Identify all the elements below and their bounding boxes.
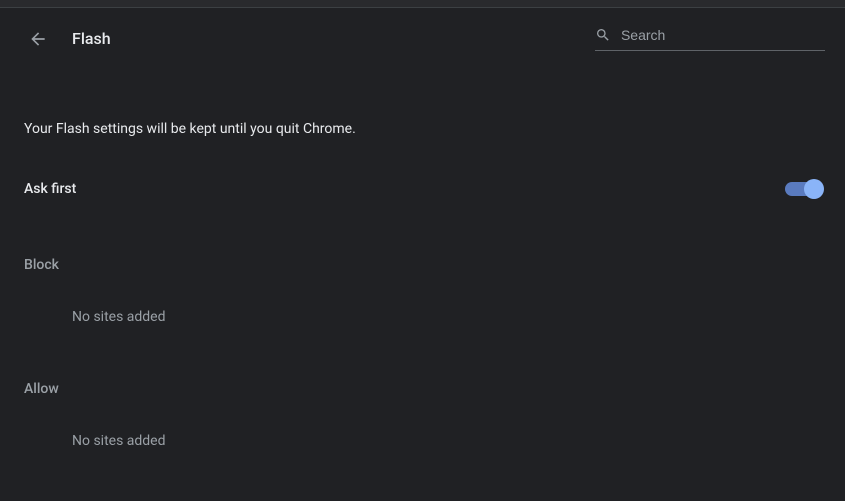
search-icon (595, 26, 611, 44)
back-arrow-icon[interactable] (28, 29, 48, 49)
window-top-bar (0, 0, 845, 8)
search-input[interactable] (621, 27, 825, 43)
ask-first-label: Ask first (24, 181, 76, 197)
settings-content: Flash Your Flash settings will be kept u… (0, 8, 845, 449)
ask-first-toggle[interactable] (785, 182, 821, 196)
search-field[interactable] (595, 26, 825, 51)
page-title: Flash (72, 29, 111, 48)
block-empty-text: No sites added (20, 309, 825, 325)
allow-section-header: Allow (20, 381, 825, 397)
ask-first-row: Ask first (20, 177, 825, 201)
page-header: Flash (20, 8, 825, 69)
block-section-header: Block (20, 257, 825, 273)
allow-empty-text: No sites added (20, 433, 825, 449)
flash-info-text: Your Flash settings will be kept until y… (20, 121, 825, 137)
toggle-thumb (804, 179, 824, 199)
